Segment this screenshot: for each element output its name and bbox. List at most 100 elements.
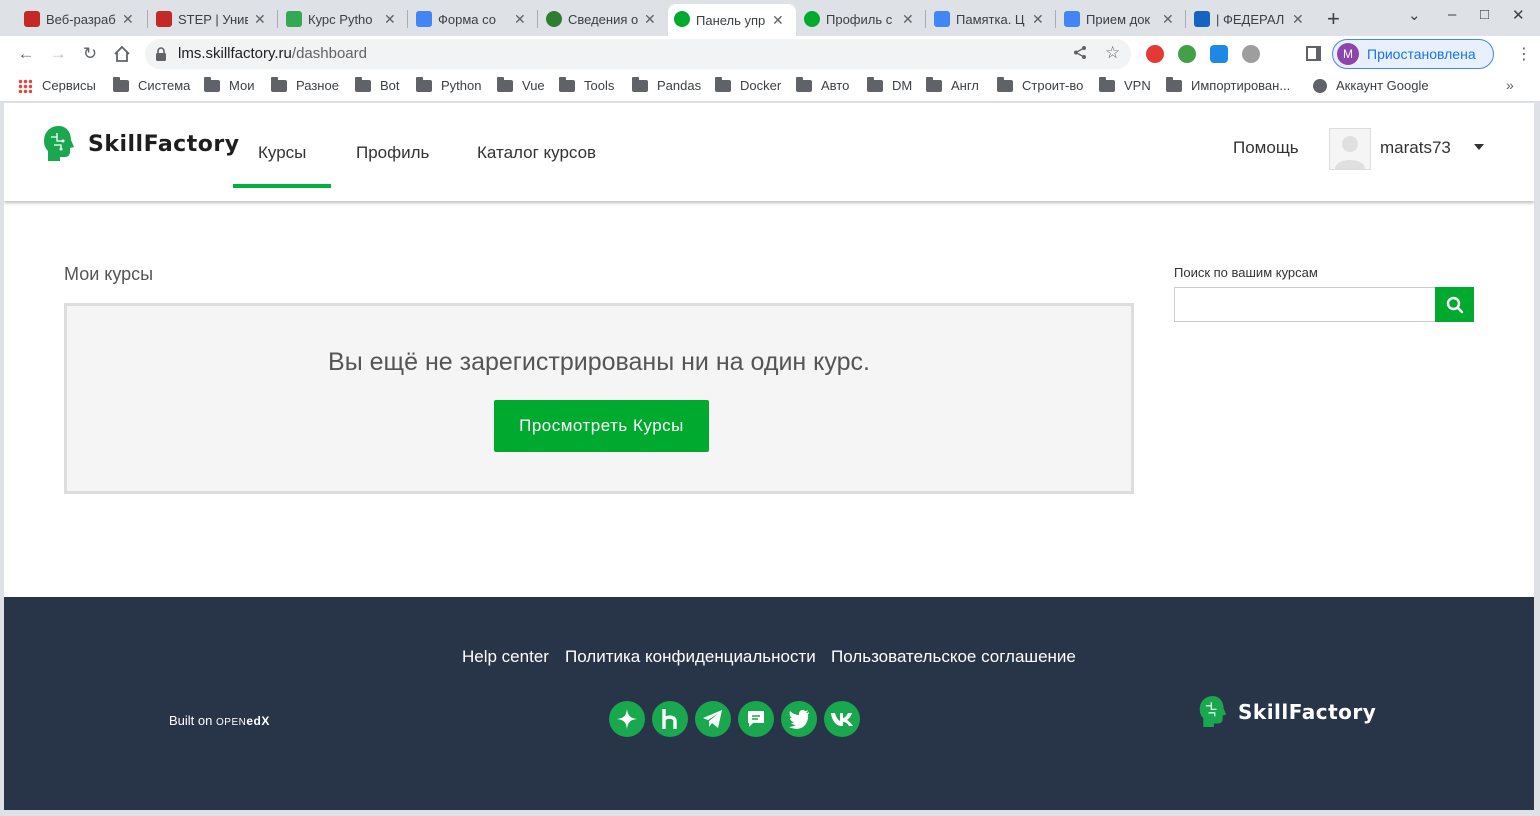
bookmark-item[interactable]: DM <box>867 76 913 93</box>
forward-arrow-icon[interactable]: → <box>46 42 70 66</box>
reload-icon[interactable]: ↻ <box>78 42 102 66</box>
help-link[interactable]: Помощь <box>1233 138 1299 158</box>
tab-strip: Веб-разраб ✕ STEP | Унив ✕ Курс Pytho ✕ Форма … <box>0 0 1540 36</box>
bookmark-item[interactable]: Строит-во <box>997 76 1084 93</box>
tab-separator <box>407 10 408 28</box>
telegram-icon[interactable] <box>695 701 731 737</box>
share-icon[interactable] <box>1073 45 1088 64</box>
folder-icon <box>715 76 731 92</box>
close-tab-icon[interactable]: ✕ <box>1032 11 1044 28</box>
browser-tab[interactable]: Форма со ✕ <box>410 4 534 34</box>
habr-icon[interactable] <box>652 701 688 737</box>
side-panel-icon[interactable] <box>1306 46 1321 61</box>
gear-extension-icon[interactable] <box>1242 45 1260 63</box>
bookmark-item[interactable]: Сервисы <box>18 78 96 93</box>
bookmark-item[interactable]: Tools <box>559 76 614 93</box>
search-button[interactable] <box>1435 287 1474 322</box>
forms-icon <box>416 11 432 27</box>
course-search-input[interactable] <box>1174 287 1436 322</box>
address-bar[interactable]: lms.skillfactory.ru/dashboard ☆ <box>145 39 1131 69</box>
browser-tab[interactable]: Прием док ✕ <box>1058 4 1182 34</box>
footer-logo[interactable]: SkillFactory <box>1198 693 1376 731</box>
profile-chip[interactable]: М Приостановлена <box>1332 39 1494 69</box>
close-tab-icon[interactable]: ✕ <box>902 11 914 28</box>
close-tab-icon[interactable]: ✕ <box>254 11 266 28</box>
footer-link-help-center[interactable]: Help center <box>462 647 549 667</box>
bookmark-item[interactable]: Docker <box>715 76 781 93</box>
tab-search-chevron-icon[interactable]: ⌄ <box>1408 6 1421 24</box>
bookmark-label: Строит-во <box>1022 78 1084 93</box>
close-tab-icon[interactable]: ✕ <box>514 11 526 28</box>
browser-tab[interactable]: | ФЕДЕРАЛ ✕ <box>1188 4 1312 34</box>
built-on-openedx[interactable]: Built on OPENedX <box>169 713 270 728</box>
vk-icon[interactable] <box>824 701 860 737</box>
logo-text: SkillFactory <box>88 131 240 157</box>
browser-tab[interactable]: STEP | Унив ✕ <box>150 4 274 34</box>
back-arrow-icon[interactable]: ← <box>14 42 38 66</box>
maximize-icon[interactable]: □ <box>1480 6 1489 23</box>
home-icon[interactable] <box>110 42 134 66</box>
browser-tab[interactable]: Панель упр ✕ <box>668 4 796 36</box>
close-tab-icon[interactable]: ✕ <box>122 11 134 28</box>
bookmark-star-icon[interactable]: ☆ <box>1105 43 1120 63</box>
close-tab-icon[interactable]: ✕ <box>384 11 396 28</box>
bookmark-item[interactable]: Vue <box>497 76 545 93</box>
folder-icon <box>497 76 513 92</box>
bookmarks-overflow-icon[interactable]: » <box>1506 77 1514 93</box>
nav-catalog[interactable]: Каталог курсов <box>477 143 596 163</box>
browser-tab[interactable]: Сведения о ✕ <box>540 4 664 34</box>
bookmark-label: Bot <box>380 78 400 93</box>
bookmark-item[interactable]: VPN <box>1099 76 1151 93</box>
close-window-icon[interactable]: ✕ <box>1512 6 1525 24</box>
browser-tab[interactable]: Курс Pytho ✕ <box>280 4 404 34</box>
username[interactable]: marats73 <box>1380 138 1451 158</box>
close-tab-icon[interactable]: ✕ <box>1292 11 1304 28</box>
close-tab-icon[interactable]: ✕ <box>644 11 656 28</box>
globe-extension-icon[interactable] <box>1178 45 1196 63</box>
bookmark-label: Сервисы <box>42 78 96 93</box>
zoom-extension-icon[interactable] <box>1210 45 1228 63</box>
browser-window: Веб-разраб ✕ STEP | Унив ✕ Курс Pytho ✕ Форма … <box>0 0 1540 816</box>
browser-tab[interactable]: Веб-разраб ✕ <box>18 4 142 34</box>
browser-tab[interactable]: Профиль с ✕ <box>798 4 922 34</box>
bookmark-item[interactable]: Bot <box>355 76 400 93</box>
close-tab-icon[interactable]: ✕ <box>1162 11 1174 28</box>
my-courses-heading: Мои курсы <box>64 264 154 284</box>
bookmark-item[interactable]: Система <box>113 76 191 93</box>
bookmark-item[interactable]: Pandas <box>632 76 701 93</box>
folder-icon <box>867 76 883 92</box>
bookmark-item[interactable]: Мои <box>204 76 254 93</box>
bookmark-item[interactable]: Авто <box>796 76 849 93</box>
head-logo-icon <box>44 126 74 161</box>
twitter-icon[interactable] <box>781 701 817 737</box>
minimize-icon[interactable]: – <box>1448 6 1456 23</box>
close-tab-icon[interactable]: ✕ <box>772 12 784 29</box>
browser-tab[interactable]: Памятка. Ц ✕ <box>928 4 1052 34</box>
new-tab-button[interactable]: + <box>1327 6 1340 32</box>
opera-extension-icon[interactable] <box>1146 45 1164 63</box>
tab-title: Памятка. Ц <box>956 11 1025 27</box>
bookmark-item[interactable]: Импортирован... <box>1166 76 1290 93</box>
url-text: lms.skillfactory.ru/dashboard <box>178 45 367 62</box>
site-logo[interactable]: SkillFactory <box>42 125 240 163</box>
footer-link-terms[interactable]: Пользовательское соглашение <box>831 647 1076 667</box>
bookmark-item[interactable]: Разное <box>271 76 339 93</box>
folder-icon <box>926 76 942 92</box>
search-icon <box>1446 296 1463 313</box>
nav-courses[interactable]: Курсы <box>258 143 306 163</box>
star-icon[interactable] <box>609 701 645 737</box>
chat-icon[interactable] <box>738 701 774 737</box>
user-avatar[interactable] <box>1329 128 1371 170</box>
lock-icon <box>156 47 166 61</box>
bookmark-label: Система <box>138 78 191 93</box>
bookmark-item[interactable]: Англ <box>926 76 979 93</box>
bookmark-item[interactable]: Аккаунт Google <box>1313 78 1429 93</box>
nav-profile[interactable]: Профиль <box>356 143 429 163</box>
bookmark-label: DM <box>892 78 913 93</box>
user-menu-caret-icon[interactable] <box>1474 144 1484 150</box>
search-label: Поиск по вашим курсам <box>1174 265 1318 280</box>
browse-courses-button[interactable]: Просмотреть Курсы <box>494 400 709 452</box>
menu-kebab-icon[interactable]: ⋮ <box>1516 44 1532 64</box>
footer-link-privacy[interactable]: Политика конфиденциальности <box>565 647 816 667</box>
bookmark-item[interactable]: Python <box>416 76 481 93</box>
